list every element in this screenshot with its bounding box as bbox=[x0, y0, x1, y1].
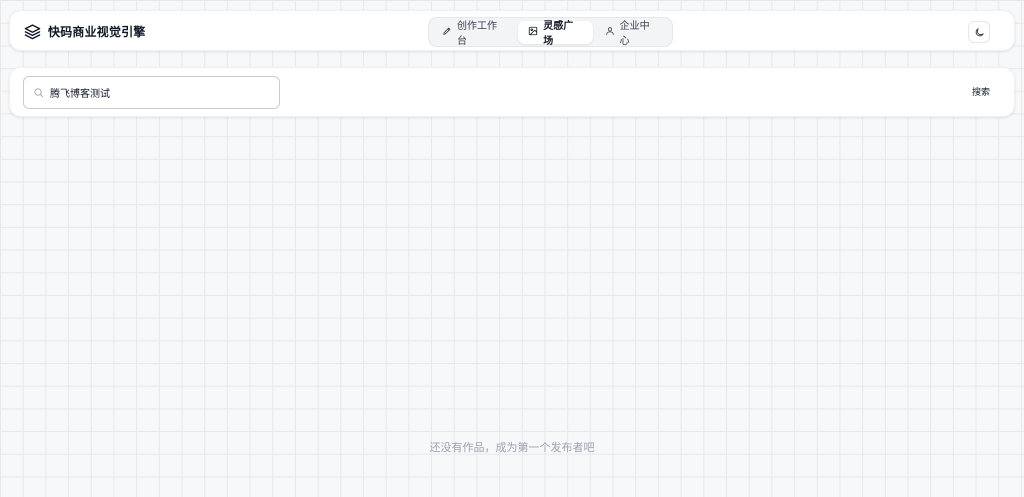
main-nav-tabs: 创作工作台 灵感广场 企业中心 bbox=[428, 17, 673, 47]
search-bar: 搜索 bbox=[9, 67, 1015, 117]
pencil-icon bbox=[442, 26, 452, 39]
user-icon bbox=[605, 26, 615, 39]
tab-enterprise-center[interactable]: 企业中心 bbox=[595, 21, 669, 47]
brand[interactable]: 快码商业视觉引擎 bbox=[24, 11, 146, 52]
tab-label: 灵感广场 bbox=[543, 21, 574, 47]
layers-icon bbox=[24, 23, 41, 40]
top-header: 快码商业视觉引擎 创作工作台 灵感广场 企业中心 bbox=[9, 10, 1015, 51]
empty-state-message: 还没有作品，成为第一个发布者吧 bbox=[429, 441, 595, 454]
search-input[interactable] bbox=[50, 87, 265, 98]
tab-label: 创作工作台 bbox=[457, 21, 497, 47]
tab-inspiration-square[interactable]: 灵感广场 bbox=[518, 20, 593, 47]
search-box[interactable] bbox=[23, 76, 280, 109]
tab-creation-workbench[interactable]: 创作工作台 bbox=[432, 21, 516, 47]
image-icon bbox=[528, 26, 538, 39]
brand-title: 快码商业视觉引擎 bbox=[48, 25, 146, 39]
search-button[interactable]: 搜索 bbox=[972, 85, 990, 98]
tab-label: 企业中心 bbox=[619, 21, 650, 47]
moon-icon bbox=[974, 23, 985, 42]
search-icon bbox=[33, 83, 44, 102]
theme-toggle-button[interactable] bbox=[968, 21, 990, 43]
